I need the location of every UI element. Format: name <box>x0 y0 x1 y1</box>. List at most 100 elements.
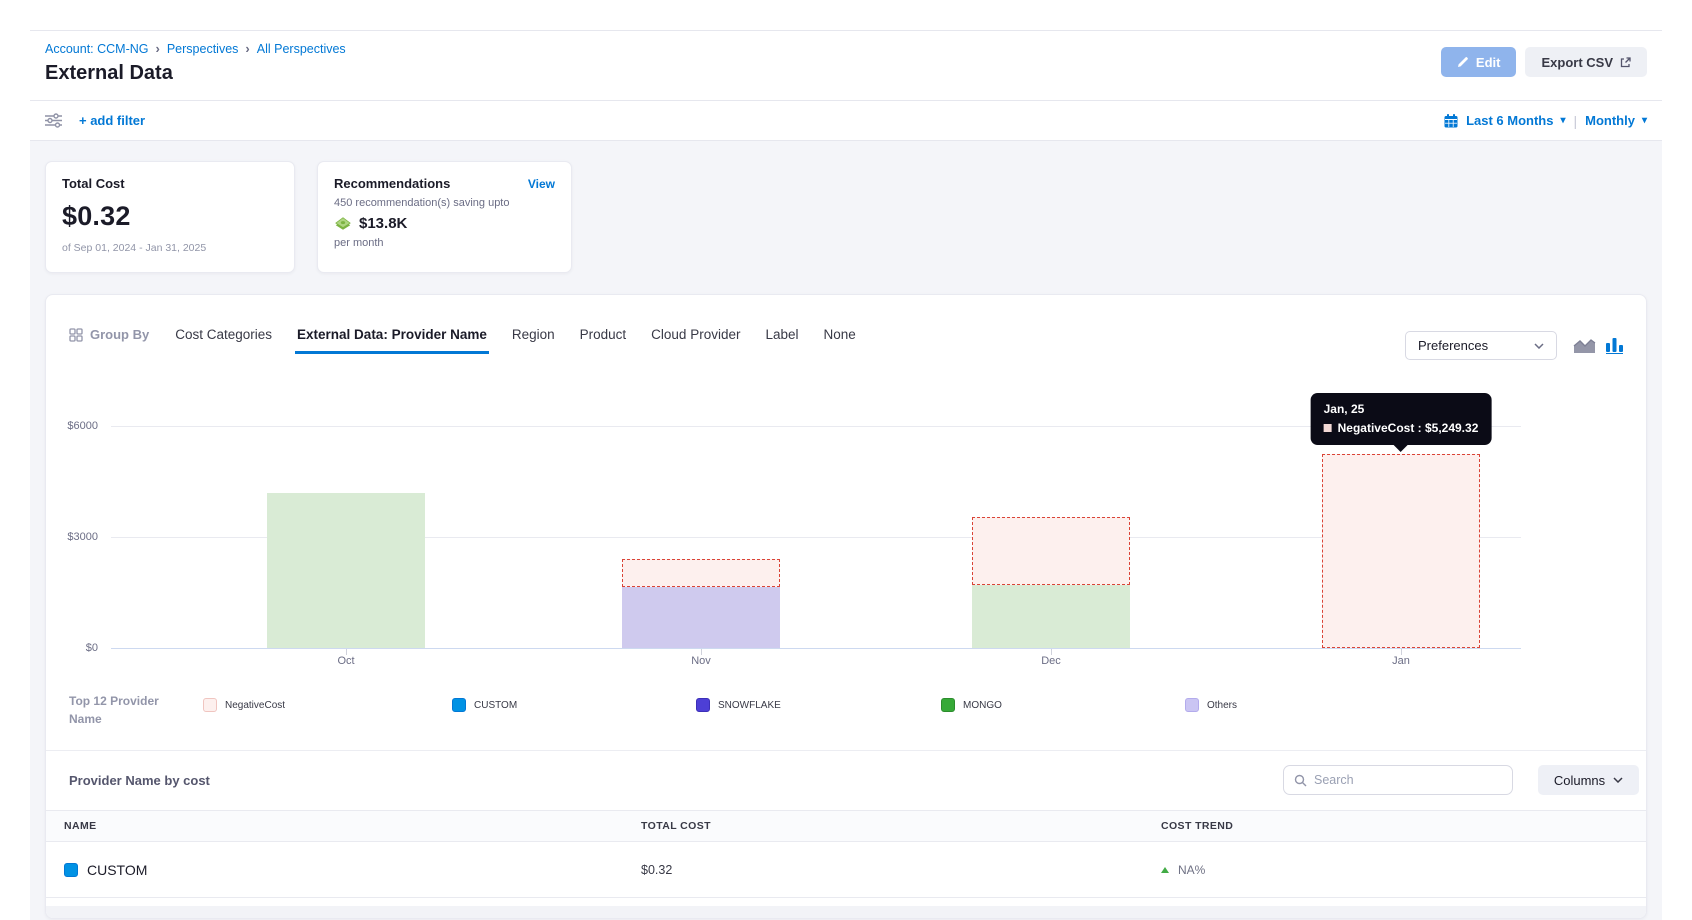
bar-segment-negativecost-nov[interactable] <box>622 559 780 587</box>
add-filter-button[interactable]: + add filter <box>79 113 145 128</box>
legend-swatch <box>452 698 466 712</box>
column-header-cost-trend[interactable]: COST TREND <box>1143 820 1646 832</box>
external-link-icon <box>1620 57 1631 68</box>
group-by-row: Group By Cost CategoriesExternal Data: P… <box>69 323 1623 359</box>
chart-plot: Jan, 25 NegativeCost : $5,249.32 $0 $3000… <box>46 365 1646 677</box>
app-container: Account: CCM-NG › Perspectives › All Perspec… <box>30 30 1662 920</box>
y-axis-label: $0 <box>46 642 98 654</box>
filter-settings-icon[interactable] <box>45 113 62 128</box>
filter-bar: + add filter Last 6 Months ▾ | Monthly ▾ <box>30 101 1662 141</box>
columns-button[interactable]: Columns <box>1538 765 1639 795</box>
x-axis-tick <box>701 649 702 655</box>
bar-segment-mongo-dec[interactable] <box>972 585 1130 648</box>
x-axis-label: Dec <box>1041 655 1061 667</box>
row-total-cost: $0.32 <box>641 863 672 877</box>
legend-swatch <box>941 698 955 712</box>
recommendations-label: Recommendations <box>334 176 450 191</box>
search-icon <box>1294 774 1307 787</box>
tab-cost-categories[interactable]: Cost Categories <box>173 323 274 354</box>
breadcrumb-item[interactable]: All Perspectives <box>257 42 346 56</box>
tab-cloud-provider[interactable]: Cloud Provider <box>649 323 742 354</box>
group-by-tabs: Cost Categories External Data: Provider N… <box>173 323 858 354</box>
tooltip-title: Jan, 25 <box>1324 402 1479 416</box>
gridline <box>111 648 1521 649</box>
chart-legend: Top 12 Provider Name NegativeCost CUSTOM S… <box>46 690 1646 738</box>
bar-segment-negativecost-dec[interactable] <box>972 517 1130 585</box>
chevron-down-icon <box>1613 777 1623 783</box>
savings-amount: $13.8K <box>359 215 407 232</box>
tab-none[interactable]: None <box>822 323 858 354</box>
chevron-down-icon: ▾ <box>1560 115 1565 126</box>
legend-item-mongo[interactable]: MONGO <box>941 698 1002 712</box>
chevron-down-icon: ▾ <box>1642 115 1647 126</box>
chevron-down-icon <box>1534 343 1544 349</box>
view-recommendations-link[interactable]: View <box>528 177 555 191</box>
grid-icon <box>69 328 83 342</box>
legend-label: CUSTOM <box>474 700 517 711</box>
money-stack-icon <box>334 216 352 231</box>
total-cost-card: Total Cost $0.32 of Sep 01, 2024 - Jan 3… <box>45 161 295 273</box>
tooltip-series-swatch <box>1324 424 1332 432</box>
legend-swatch <box>203 698 217 712</box>
edit-button[interactable]: Edit <box>1441 47 1517 77</box>
tab-external-data-provider-name[interactable]: External Data: Provider Name <box>295 323 489 354</box>
x-axis-label: Jan <box>1392 655 1410 667</box>
page-header: Account: CCM-NG › Perspectives › All Perspec… <box>30 31 1662 101</box>
bar-segment-mongo-oct[interactable] <box>267 493 425 648</box>
table-toolbar: Provider Name by cost Columns <box>69 757 1623 803</box>
legend-swatch <box>696 698 710 712</box>
y-axis-label: $3000 <box>46 531 98 543</box>
legend-swatch <box>1185 698 1199 712</box>
granularity-dropdown[interactable]: Monthly ▾ <box>1585 113 1647 128</box>
x-axis-label: Nov <box>691 655 711 667</box>
bar-segment-snowflake-nov[interactable] <box>622 587 780 648</box>
chart-tooltip: Jan, 25 NegativeCost : $5,249.32 <box>1311 393 1492 445</box>
page-title: External Data <box>45 62 346 85</box>
table-header-row: NAMETOTAL COSTCOST TREND <box>46 810 1646 842</box>
calendar-icon <box>1444 114 1458 128</box>
table-search <box>1283 765 1513 795</box>
legend-title: Top 12 Provider Name <box>69 692 169 728</box>
total-cost-value: $0.32 <box>62 201 278 232</box>
tab-label[interactable]: Label <box>763 323 800 354</box>
legend-item-snowflake[interactable]: SNOWFLAKE <box>696 698 781 712</box>
table-title: Provider Name by cost <box>69 773 210 788</box>
table-next-row-partial <box>46 906 1646 918</box>
total-cost-label: Total Cost <box>62 176 278 191</box>
bar-segment-negativecost-jan[interactable] <box>1322 454 1480 648</box>
breadcrumb-separator-icon: › <box>156 41 160 56</box>
area-chart-icon[interactable] <box>1573 337 1596 354</box>
legend-label: NegativeCost <box>225 700 285 711</box>
y-axis-label: $6000 <box>46 420 98 432</box>
legend-item-negativecost[interactable]: NegativeCost <box>203 698 285 712</box>
table-row[interactable]: CUSTOM $0.32 NA% <box>46 843 1646 898</box>
row-color-swatch <box>64 863 78 877</box>
date-range-dropdown[interactable]: Last 6 Months ▾ <box>1466 113 1565 128</box>
row-cost-trend: NA% <box>1178 863 1205 877</box>
search-input[interactable] <box>1314 773 1502 787</box>
pencil-icon <box>1457 56 1469 68</box>
column-header-name[interactable]: NAME <box>46 820 623 832</box>
legend-item-custom[interactable]: CUSTOM <box>452 698 517 712</box>
tab-region[interactable]: Region <box>510 323 557 354</box>
breadcrumb-separator-icon: › <box>245 41 249 56</box>
recommendations-card: Recommendations View 450 recommendation(… <box>317 161 572 273</box>
column-header-total-cost[interactable]: TOTAL COST <box>623 820 1143 832</box>
bar-chart-icon[interactable] <box>1606 337 1623 354</box>
preferences-dropdown[interactable]: Preferences <box>1405 331 1557 360</box>
breadcrumb-item[interactable]: Account: CCM-NG <box>45 42 149 56</box>
tab-product[interactable]: Product <box>578 323 629 354</box>
section-divider <box>46 750 1646 751</box>
trend-up-icon <box>1161 867 1169 873</box>
x-axis-tick <box>1401 649 1402 655</box>
legend-label: SNOWFLAKE <box>718 700 781 711</box>
gridline <box>111 426 1521 427</box>
perspective-chart-card: Group By Cost CategoriesExternal Data: P… <box>45 294 1647 919</box>
legend-item-others[interactable]: Others <box>1185 698 1237 712</box>
row-name: CUSTOM <box>87 862 147 878</box>
legend-label: MONGO <box>963 700 1002 711</box>
breadcrumb-item[interactable]: Perspectives <box>167 42 239 56</box>
legend-label: Others <box>1207 700 1237 711</box>
export-csv-button[interactable]: Export CSV <box>1525 47 1647 77</box>
x-axis-tick <box>346 649 347 655</box>
